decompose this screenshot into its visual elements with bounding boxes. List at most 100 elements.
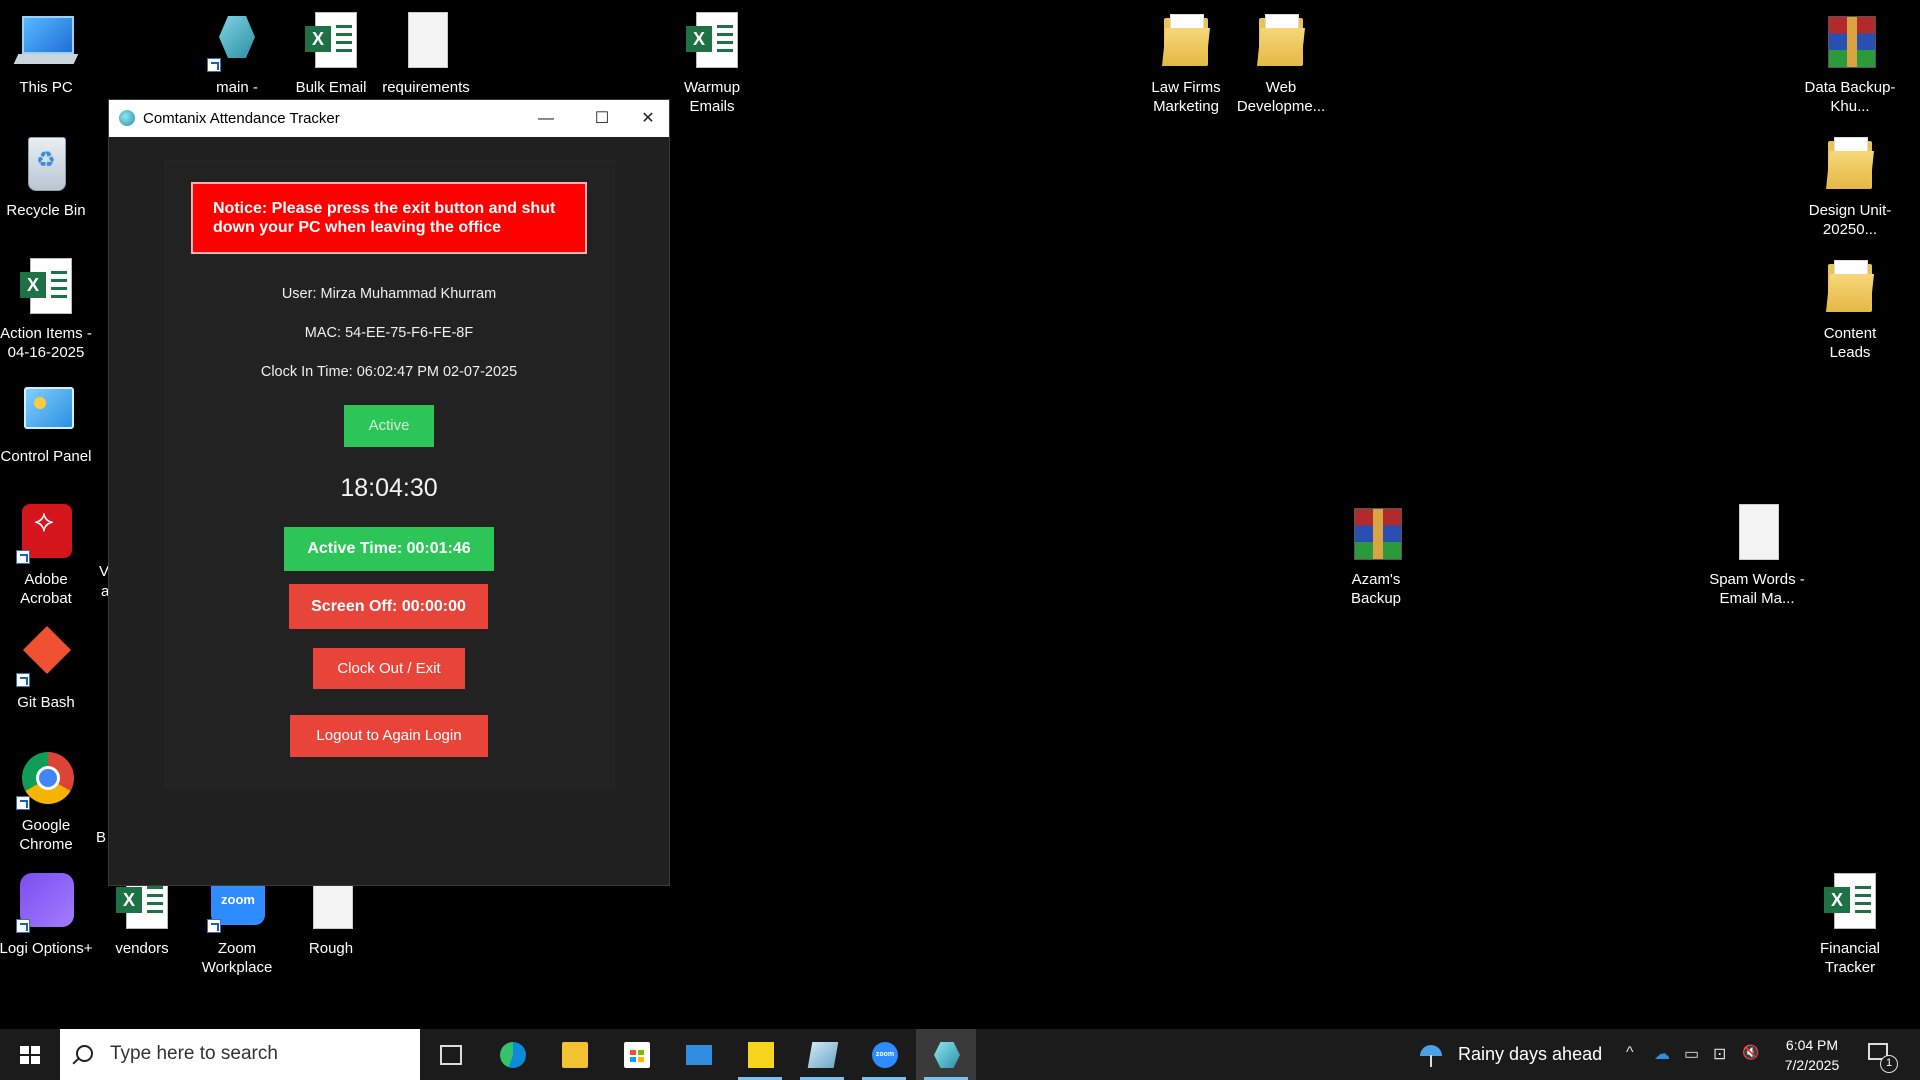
computer-icon [13,10,79,72]
folder-icon [1820,256,1880,318]
notification-count-badge: 1 [1880,1055,1898,1073]
edge-icon [500,1042,526,1068]
taskbar-search-box[interactable]: Type here to search [60,1029,420,1080]
folder-icon [1156,10,1216,72]
taskbar-store[interactable] [606,1029,666,1080]
desktop-icon-label: This PC [19,79,73,96]
store-icon [624,1042,650,1068]
chrome-icon [16,748,76,810]
taskbar-file-explorer[interactable] [544,1029,604,1080]
excel-file-icon: X [1820,871,1880,933]
desktop-icon-label: Adobe Acrobat [20,571,72,607]
show-hidden-icons-chevron-icon[interactable]: ^ [1626,1044,1634,1062]
clock-out-exit-button[interactable]: Clock Out / Exit [313,648,465,689]
network-icon[interactable]: ⊡ [1713,1044,1726,1064]
desktop-icon-label: Content Leads [1823,325,1877,361]
desktop-icon-law-firms[interactable]: Law Firms Marketing [1138,2,1234,116]
archive-icon [1820,10,1880,72]
excel-file-icon: X [682,10,742,72]
desktop-icon-label: Data Backup-Khu... [1804,79,1896,115]
desktop-icon-label: Action Items - 04-16-2025 [0,325,92,361]
excel-file-icon: X [301,10,361,72]
desktop-icon-design-unit[interactable]: Design Unit-20250... [1802,125,1898,239]
recycle-bin-icon [16,133,76,195]
start-button[interactable] [0,1029,60,1080]
desktop-icon-git-bash[interactable]: Git Bash [0,617,94,712]
desktop-icon-adobe-acrobat[interactable]: Adobe Acrobat [0,494,94,608]
taskbar-mail[interactable] [668,1029,728,1080]
folder-icon [1251,10,1311,72]
mail-icon [686,1045,712,1065]
desktop-icon-spam-words[interactable]: Spam Words - Email Ma... [1709,494,1805,608]
desktop-icon-label: requirements [382,79,470,96]
desktop-icon-control-panel[interactable]: Control Panel [0,371,94,466]
logi-icon [16,871,76,933]
desktop-icon-requirements[interactable]: requirements [378,2,474,97]
desktop-icon-logi-options[interactable]: Logi Options+ [0,863,94,958]
windows-logo-icon [20,1046,40,1064]
status-indicator: Active [344,405,434,447]
desktop-icon-label: Law Firms Marketing [1151,79,1221,115]
excel-file-icon: X [16,256,76,318]
desktop-icon-azams-backup[interactable]: Azam's Backup [1328,494,1424,608]
app-shortcut-icon [207,10,267,72]
desktop-icon-label: vendors [115,940,169,957]
desktop-icon-label: Warmup Emails [683,79,741,115]
desktop-icon-label: Web Developme... [1236,79,1326,115]
desktop-icon-label: Rough [308,940,354,957]
acrobat-icon [16,502,76,564]
desktop-icon-label: Zoom Workplace [201,940,273,976]
desktop-icon-google-chrome[interactable]: Google Chrome [0,740,94,854]
notification-center-button[interactable]: 1 [1866,1041,1898,1073]
taskbar-sticky-notes[interactable] [730,1029,790,1080]
text-file-icon [396,10,456,72]
desktop-icon-content-leads[interactable]: Content Leads [1802,248,1898,362]
text-file-icon [1727,502,1787,564]
desktop-icon-label: Design Unit-20250... [1808,202,1892,238]
desktop-icon-recycle-bin[interactable]: Recycle Bin [0,125,94,220]
desktop-icon-action-items[interactable]: X Action Items - 04-16-2025 [0,248,94,362]
logout-button[interactable]: Logout to Again Login [290,715,488,757]
search-icon [76,1045,93,1062]
zoom-icon: zoom [872,1042,898,1068]
current-time-display: 18:04:30 [340,474,438,502]
desktop-icon-label: Control Panel [0,448,92,465]
desktop-icon-warmup-emails[interactable]: X Warmup Emails [664,2,760,116]
folder-icon [1820,133,1880,195]
task-view-icon [440,1045,462,1065]
taskbar-task-view[interactable] [420,1029,480,1080]
onedrive-cloud-icon[interactable]: ☁ [1654,1044,1670,1064]
taskbar-notepad[interactable] [792,1029,852,1080]
volume-muted-icon[interactable]: 🔇 [1742,1044,1759,1061]
taskbar-attendance-tracker[interactable] [916,1029,976,1080]
taskbar-date: 7/2/2025 [1784,1057,1840,1073]
archive-icon [1346,502,1406,564]
desktop-icon-label: Recycle Bin [6,202,86,219]
desktop-icon-this-pc[interactable]: This PC [0,2,94,97]
desktop-icon-label: Logi Options+ [0,940,93,957]
mac-address-label: MAC: 54-EE-75-F6-FE-8F [304,325,474,341]
sticky-notes-icon [748,1042,774,1068]
umbrella-rain-icon [1418,1041,1444,1067]
notepad-icon [807,1042,839,1068]
partial-desktop-label: B [96,829,107,846]
desktop-icon-data-backup[interactable]: Data Backup-Khu... [1802,2,1898,116]
weather-text: Rainy days ahead [1458,1044,1603,1064]
taskbar-clock[interactable]: 6:04 PM 7/2/2025 [1770,1035,1854,1075]
desktop-icon-label: Financial Tracker [1819,940,1881,976]
user-label: User: Mirza Muhammad Khurram [281,286,497,302]
taskbar-edge[interactable] [482,1029,542,1080]
desktop-icon-label: Spam Words - Email Ma... [1709,571,1805,607]
control-panel-icon [16,379,76,441]
desktop-icon-financial-tracker[interactable]: X Financial Tracker [1802,863,1898,977]
git-icon [16,625,76,687]
taskbar-time: 6:04 PM [1785,1037,1839,1053]
desktop-icon-label: Google Chrome [19,817,73,853]
taskbar-zoom[interactable]: zoom [854,1029,914,1080]
active-time-display: Active Time: 00:01:46 [284,527,494,571]
screen-off-display: Screen Off: 00:00:00 [289,584,488,629]
file-explorer-icon [562,1042,588,1068]
desktop-icon-label: Azam's Backup [1350,571,1402,607]
battery-icon[interactable]: ▭ [1684,1044,1699,1064]
desktop-icon-web-development[interactable]: Web Developme... [1233,2,1329,116]
